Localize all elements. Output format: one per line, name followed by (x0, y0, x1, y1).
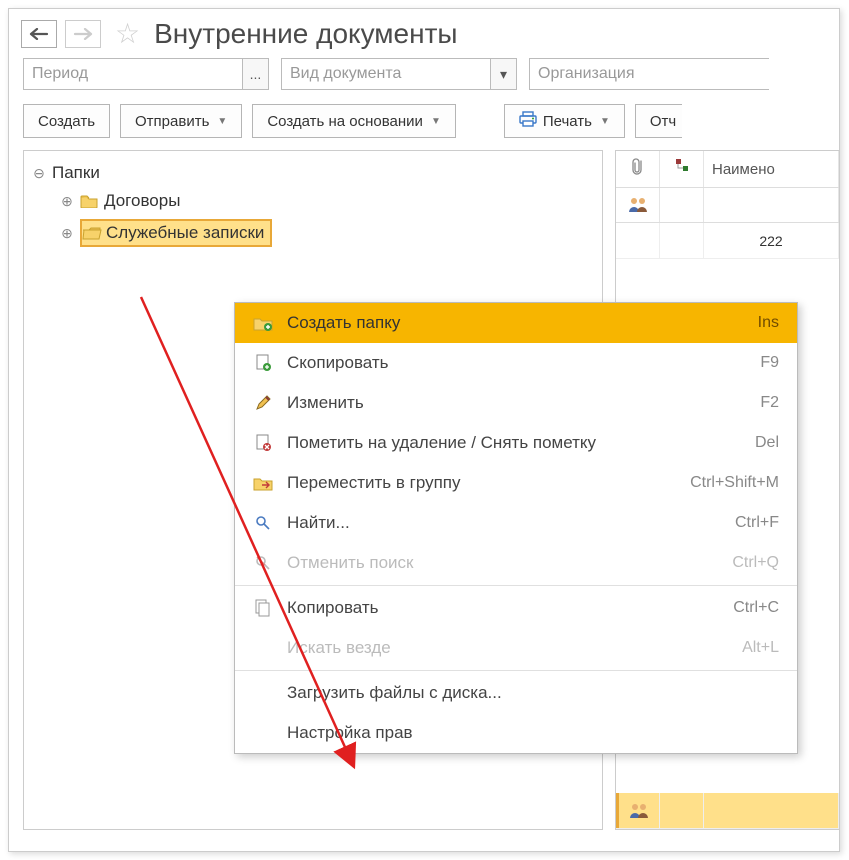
page-add-icon (253, 354, 273, 372)
favorite-star-icon[interactable]: ☆ (115, 17, 140, 50)
folder-move-icon (253, 475, 273, 491)
menu-edit[interactable]: Изменить F2 (235, 383, 797, 423)
menu-copy-object[interactable]: Скопировать F9 (235, 343, 797, 383)
organization-select[interactable]: Организация (529, 58, 769, 90)
status-tree-icon (674, 158, 690, 180)
tree-root-folders[interactable]: ⊖ Папки (30, 159, 596, 187)
folder-context-menu: Создать папку Ins Скопировать F9 Изменит… (234, 302, 798, 754)
people-icon (627, 196, 649, 214)
menu-upload-files[interactable]: Загрузить файлы с диска... (235, 673, 797, 713)
print-button[interactable]: Печать▼ (504, 104, 625, 138)
tree-node-memos[interactable]: ⊕ Служебные записки (58, 215, 596, 251)
folder-open-icon (82, 226, 100, 240)
menu-rights-settings[interactable]: Настройка прав (235, 713, 797, 753)
chevron-down-icon: ▼ (600, 116, 610, 127)
column-name-header[interactable]: Наимено (704, 151, 839, 187)
menu-mark-delete[interactable]: Пометить на удаление / Снять пометку Del (235, 423, 797, 463)
collapse-icon[interactable]: ⊖ (32, 166, 46, 180)
create-based-on-button[interactable]: Создать на основании▼ (252, 104, 456, 138)
create-button[interactable]: Создать (23, 104, 110, 138)
paperclip-icon (631, 157, 645, 181)
search-icon (253, 515, 273, 531)
delete-mark-icon (253, 434, 273, 452)
printer-icon (519, 111, 537, 132)
menu-create-folder[interactable]: Создать папку Ins (235, 303, 797, 343)
folder-icon (80, 194, 98, 208)
list-row[interactable]: 222 (616, 223, 839, 259)
column-attachment[interactable] (616, 151, 660, 187)
menu-search-everywhere: Искать везде Alt+L (235, 628, 797, 668)
column-status[interactable] (660, 151, 704, 187)
people-icon (628, 802, 650, 820)
pencil-icon (253, 395, 273, 411)
nav-back-button[interactable] (21, 20, 57, 48)
folder-add-icon (253, 315, 273, 331)
expand-icon[interactable]: ⊕ (60, 194, 74, 208)
menu-cancel-find: Отменить поиск Ctrl+Q (235, 543, 797, 583)
copy-icon (253, 599, 273, 617)
period-picker-button[interactable]: ... (243, 58, 269, 90)
chevron-down-icon: ▼ (217, 116, 227, 127)
menu-copy-clipboard[interactable]: Копировать Ctrl+C (235, 588, 797, 628)
page-title: Внутренние документы (154, 18, 457, 50)
chevron-down-icon: ▼ (431, 116, 441, 127)
expand-icon[interactable]: ⊕ (60, 226, 74, 240)
list-row[interactable] (616, 793, 839, 829)
report-button[interactable]: Отч (635, 104, 682, 138)
nav-forward-button[interactable] (65, 20, 101, 48)
menu-find[interactable]: Найти... Ctrl+F (235, 503, 797, 543)
search-cancel-icon (253, 555, 273, 571)
doctype-select[interactable]: Вид документа (281, 58, 491, 90)
tree-node-contracts[interactable]: ⊕ Договоры (58, 187, 596, 215)
doctype-dropdown-button[interactable]: ▾ (491, 58, 517, 90)
period-input[interactable]: Период (23, 58, 243, 90)
send-button[interactable]: Отправить▼ (120, 104, 242, 138)
menu-move-to-group[interactable]: Переместить в группу Ctrl+Shift+M (235, 463, 797, 503)
